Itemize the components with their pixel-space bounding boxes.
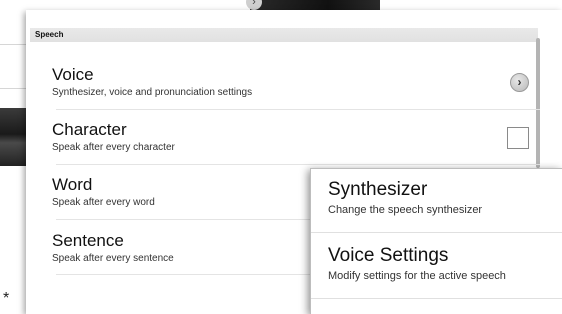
row-divider <box>56 109 540 110</box>
row-title: Character <box>52 120 127 139</box>
popup-item-voice-settings[interactable]: Voice Settings Modify settings for the a… <box>328 245 506 283</box>
chevron-right-icon[interactable]: › <box>510 73 529 92</box>
popup-item-title: Synthesizer <box>328 179 428 200</box>
popup-item-subtitle: Change the speech synthesizer <box>328 204 483 216</box>
background-image-top <box>250 0 380 10</box>
row-divider <box>56 164 540 165</box>
section-header-speech: Speech <box>30 28 538 42</box>
row-title: Voice <box>52 65 94 84</box>
popup-item-subtitle: Modify settings for the active speech <box>328 270 506 282</box>
row-subtitle: Speak after every character <box>52 142 175 153</box>
character-checkbox[interactable] <box>507 127 529 149</box>
background-asterisk: * <box>3 290 10 307</box>
settings-row-voice[interactable]: Voice Synthesizer, voice and pronunciati… <box>52 65 542 99</box>
popup-item-title: Voice Settings <box>328 245 449 266</box>
popup-divider <box>311 298 562 299</box>
popup-item-synthesizer[interactable]: Synthesizer Change the speech synthesize… <box>328 179 482 217</box>
row-subtitle: Synthesizer, voice and pronunciation set… <box>52 87 253 98</box>
popup-divider <box>311 232 562 233</box>
settings-row-character[interactable]: Character Speak after every character <box>52 120 542 154</box>
voice-popup-menu: Synthesizer Change the speech synthesize… <box>310 168 562 314</box>
